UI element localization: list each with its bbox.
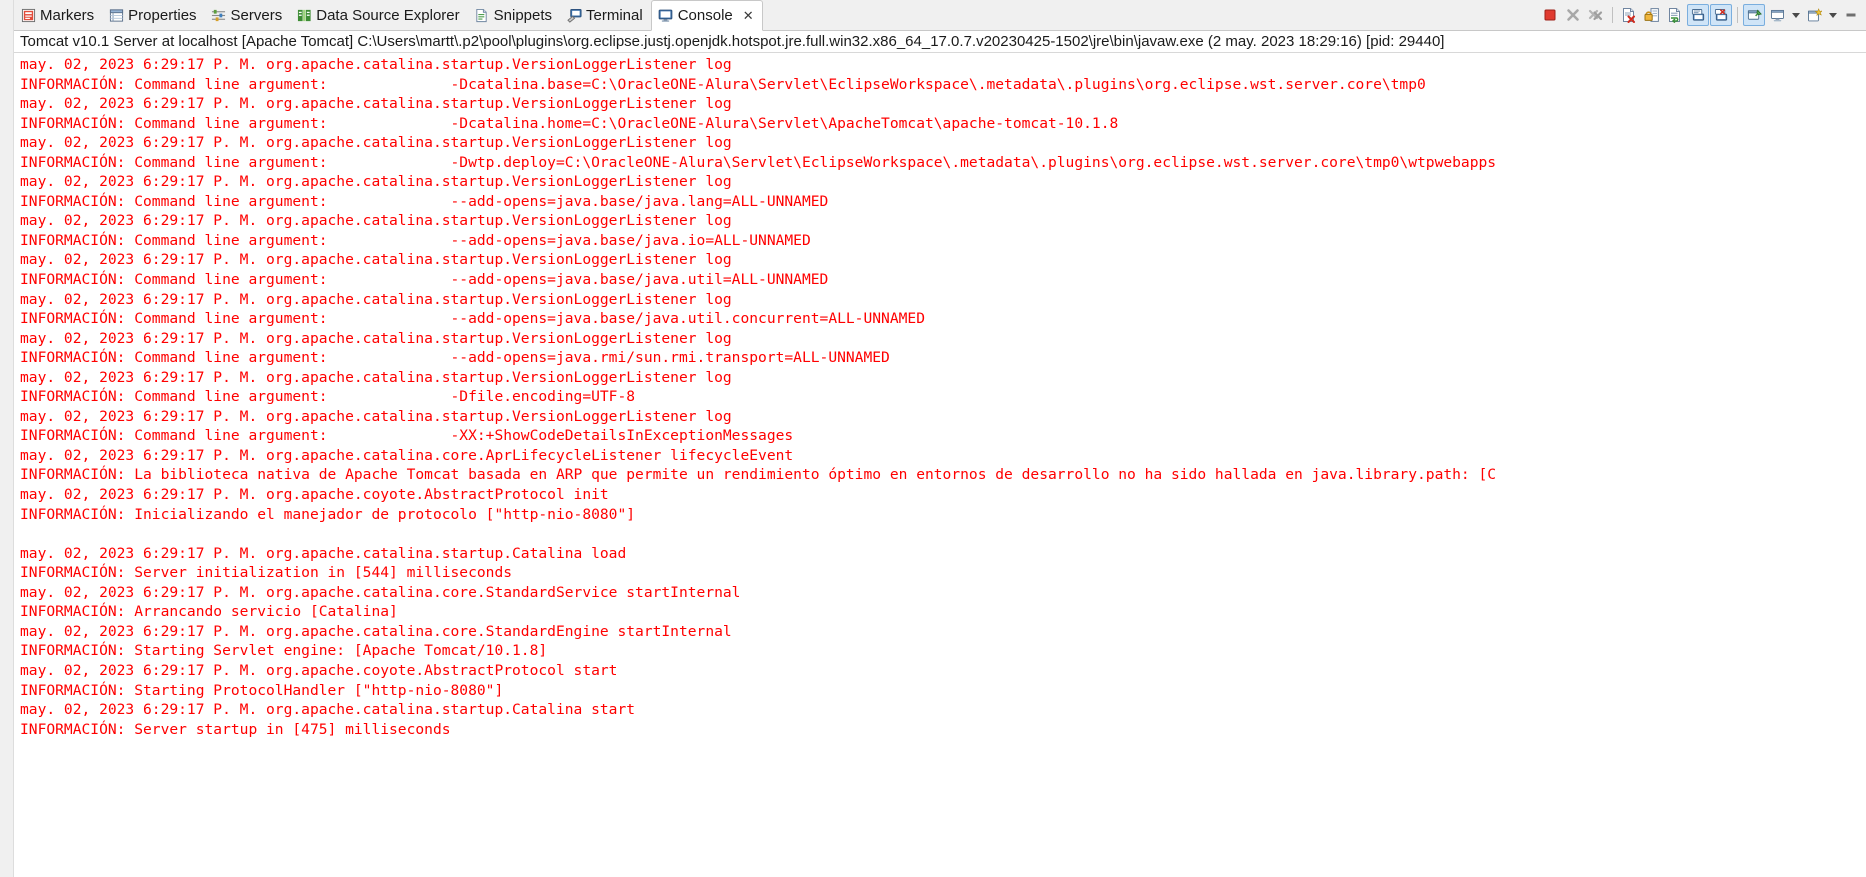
console-line: may. 02, 2023 6:29:17 P. M. org.apache.c… <box>20 583 741 601</box>
tab-properties-label: Properties <box>128 6 197 24</box>
tab-console[interactable]: Console ✕ <box>650 0 763 31</box>
chevron-down-icon-display-console[interactable] <box>1789 4 1802 26</box>
console-line: INFORMACIÓN: Command line argument: -XX:… <box>20 427 794 445</box>
snippets-icon <box>474 7 490 23</box>
chevron-down-icon-open-console[interactable] <box>1826 4 1839 26</box>
console-icon <box>658 8 674 24</box>
console-err-icon[interactable] <box>1710 4 1732 26</box>
console-line: INFORMACIÓN: Command line argument: -Dwt… <box>20 153 1497 171</box>
console-line: INFORMACIÓN: Command line argument: --ad… <box>20 310 925 328</box>
console-line: may. 02, 2023 6:29:17 P. M. org.apache.c… <box>20 407 732 425</box>
console-line-list: may. 02, 2023 6:29:17 P. M. org.apache.c… <box>20 55 1866 739</box>
display-console-icon[interactable] <box>1766 4 1788 26</box>
tab-data-source-explorer[interactable]: Data Source Explorer <box>290 0 467 30</box>
new-console-icon[interactable] <box>1803 4 1825 26</box>
console-toolbar <box>1539 0 1866 30</box>
console-line: INFORMACIÓN: Starting ProtocolHandler ["… <box>20 681 504 699</box>
view-tab-bar: ⊞ Markers <box>0 0 1866 31</box>
console-line: may. 02, 2023 6:29:17 P. M. org.apache.c… <box>20 446 794 464</box>
tab-snippets[interactable]: Snippets <box>468 0 560 30</box>
console-out-icon[interactable] <box>1687 4 1709 26</box>
terminal-icon <box>566 7 582 23</box>
tab-snippets-label: Snippets <box>493 6 553 24</box>
data-source-explorer-icon <box>296 7 312 23</box>
tab-markers-label: Markers <box>40 6 95 24</box>
minimize-icon[interactable] <box>1840 4 1862 26</box>
console-line: INFORMACIÓN: Command line argument: -Dca… <box>20 114 1119 132</box>
console-line: INFORMACIÓN: Server initialization in [5… <box>20 564 513 582</box>
tab-servers[interactable]: Servers <box>205 0 291 30</box>
console-header-text: Tomcat v10.1 Server at localhost [Apache… <box>20 33 1445 50</box>
console-line: INFORMACIÓN: La biblioteca nativa de Apa… <box>20 466 1497 484</box>
console-line: INFORMACIÓN: Server startup in [475] mil… <box>20 720 451 738</box>
console-line: may. 02, 2023 6:29:17 P. M. org.apache.c… <box>20 173 732 191</box>
console-line: may. 02, 2023 6:29:17 P. M. org.apache.c… <box>20 661 618 679</box>
console-line: INFORMACIÓN: Command line argument: --ad… <box>20 349 890 367</box>
console-line: may. 02, 2023 6:29:17 P. M. org.apache.c… <box>20 368 732 386</box>
console-line: may. 02, 2023 6:29:17 P. M. org.apache.c… <box>20 290 732 308</box>
properties-icon <box>108 7 124 23</box>
console-line: INFORMACIÓN: Inicializando el manejador … <box>20 505 636 523</box>
tab-markers[interactable]: Markers <box>14 0 102 30</box>
toolbar-separator-2 <box>1737 7 1738 23</box>
tab-properties[interactable]: Properties <box>102 0 204 30</box>
console-line: may. 02, 2023 6:29:17 P. M. org.apache.c… <box>20 544 627 562</box>
console-line: INFORMACIÓN: Command line argument: -Dca… <box>20 75 1426 93</box>
close-icon[interactable]: ✕ <box>743 9 754 22</box>
tab-terminal[interactable]: Terminal <box>560 0 651 30</box>
console-line: INFORMACIÓN: Command line argument: --ad… <box>20 192 829 210</box>
console-line: may. 02, 2023 6:29:17 P. M. org.apache.c… <box>20 251 732 269</box>
tab-list: Markers Properties Servers Data Source E… <box>14 0 763 31</box>
lock-icon[interactable] <box>1641 4 1663 26</box>
pin-console-icon[interactable] <box>1743 4 1765 26</box>
console-line: may. 02, 2023 6:29:17 P. M. org.apache.c… <box>20 329 732 347</box>
servers-icon <box>211 7 227 23</box>
remove-all-terminated-button[interactable] <box>1585 4 1607 26</box>
console-line: INFORMACIÓN: Command line argument: --ad… <box>20 271 829 289</box>
console-line: INFORMACIÓN: Starting Servlet engine: [A… <box>20 642 548 660</box>
toolbar-separator-1 <box>1612 7 1613 23</box>
word-wrap-icon[interactable] <box>1664 4 1686 26</box>
console-line: INFORMACIÓN: Command line argument: -Dfi… <box>20 388 636 406</box>
console-line: may. 02, 2023 6:29:17 P. M. org.apache.c… <box>20 486 609 504</box>
tab-servers-label: Servers <box>230 6 283 24</box>
clear-console-button[interactable] <box>1618 4 1640 26</box>
console-header-line: Tomcat v10.1 Server at localhost [Apache… <box>0 30 1866 53</box>
markers-icon <box>20 7 36 23</box>
tab-data-source-explorer-label: Data Source Explorer <box>316 6 460 24</box>
tab-bar-spacer <box>763 0 1539 30</box>
console-line: INFORMACIÓN: Command line argument: --ad… <box>20 231 811 249</box>
console-line: may. 02, 2023 6:29:17 P. M. org.apache.c… <box>20 95 732 113</box>
console-line: may. 02, 2023 6:29:17 P. M. org.apache.c… <box>20 56 732 73</box>
console-output-area[interactable]: may. 02, 2023 6:29:17 P. M. org.apache.c… <box>0 53 1866 877</box>
console-line: may. 02, 2023 6:29:17 P. M. org.apache.c… <box>20 212 732 230</box>
eclipse-console-view: ⊞ Markers <box>0 0 1866 877</box>
tab-console-label: Console <box>677 7 733 24</box>
terminate-button[interactable] <box>1539 4 1561 26</box>
tab-terminal-label: Terminal <box>586 6 643 24</box>
console-line: may. 02, 2023 6:29:17 P. M. org.apache.c… <box>20 134 732 152</box>
view-left-gutter <box>0 0 14 877</box>
console-line: INFORMACIÓN: Arrancando servicio [Catali… <box>20 603 398 621</box>
console-line: may. 02, 2023 6:29:17 P. M. org.apache.c… <box>20 701 636 719</box>
remove-launch-button[interactable] <box>1562 4 1584 26</box>
console-line: may. 02, 2023 6:29:17 P. M. org.apache.c… <box>20 622 732 640</box>
